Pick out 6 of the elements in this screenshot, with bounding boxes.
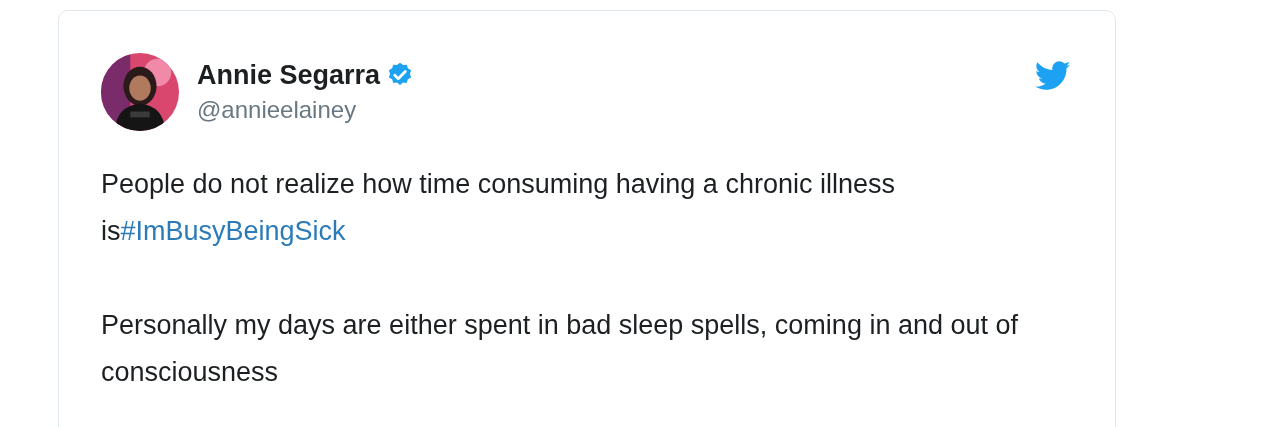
tweet-text: Personally my days are either spent in bad sleep spells, coming in and out of consciousness (101, 309, 1019, 389)
author-handle[interactable]: @annieelainey (197, 93, 415, 127)
author-name: Annie Segarra (197, 59, 381, 92)
bird-icon[interactable] (1035, 61, 1071, 91)
hashtag-link[interactable]: #ImBusyBeingSick (120, 216, 346, 246)
tweet-text: People do not realize how time consuming having a chronic illness is#ImBusyBeingSick (101, 168, 896, 248)
